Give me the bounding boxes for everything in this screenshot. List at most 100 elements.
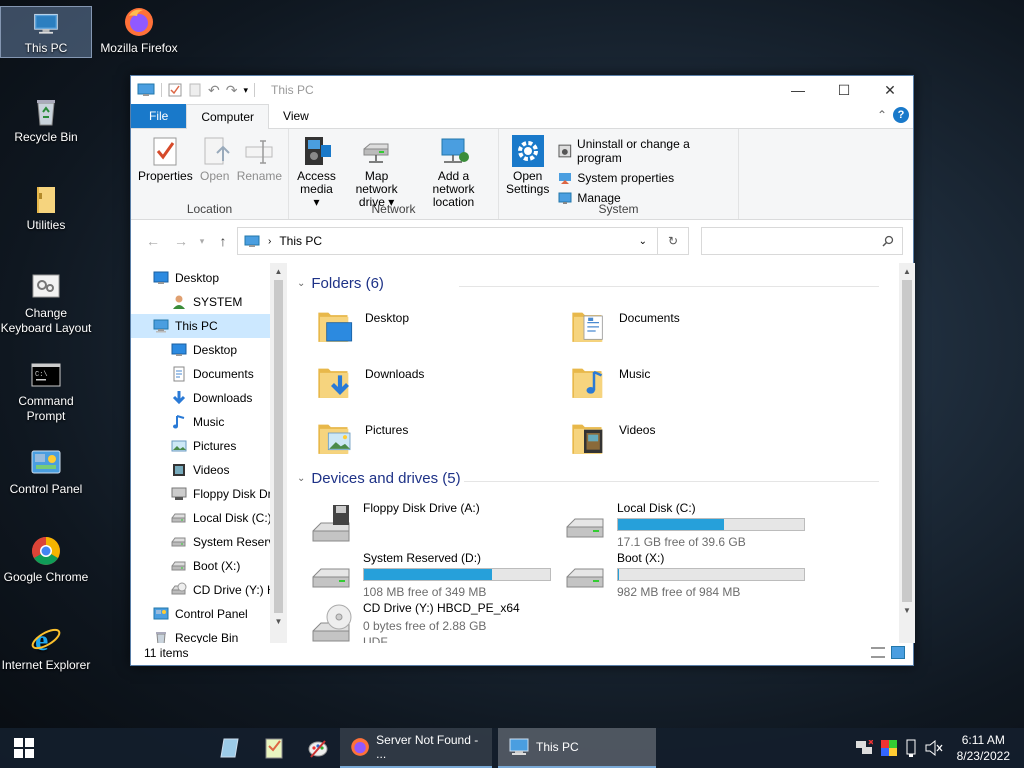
recent-locations-button[interactable]: ▾ [195,236,209,247]
search-input[interactable] [701,227,903,255]
details-view-icon[interactable] [871,647,885,658]
drive-usage-fill [364,569,493,580]
nav-scrollbar-thumb[interactable] [274,280,283,613]
large-icons-view-icon[interactable] [891,646,905,659]
tab-view[interactable]: View [269,104,323,128]
settings-gear-icon [511,135,544,167]
cd-icon [171,582,187,595]
nav-item[interactable]: Desktop [131,266,287,290]
drive-free-space: 108 MB free of 349 MB [363,585,487,599]
folder-tile[interactable]: Pictures [315,417,408,459]
downloads-icon [172,391,186,405]
nav-item[interactable]: Boot (X:) [131,554,287,578]
nav-item[interactable]: Pictures [131,434,287,458]
item-count: 11 items [144,646,189,660]
taskbar-pinned-app-2[interactable] [252,728,296,768]
clock[interactable]: 6:11 AM 8/23/2022 [957,732,1010,764]
desktop-icon-internet-explorer[interactable]: e Internet Explorer [0,623,92,673]
pictures-folder-icon [318,424,351,454]
nav-item[interactable]: Music [131,410,287,434]
taskbar-app-firefox[interactable]: Server Not Found - ... [340,728,492,768]
nav-item[interactable]: Desktop [131,338,287,362]
content-scrollbar-thumb[interactable] [902,280,912,602]
display-color-icon[interactable] [880,740,897,756]
breadcrumb-this-pc[interactable]: This PC [279,234,322,248]
tab-computer[interactable]: Computer [186,104,270,129]
up-button[interactable]: ↑ [209,233,237,249]
nav-item[interactable]: SYSTEM [131,290,287,314]
devices-group-header[interactable]: ⌄ Devices and drives (5) [297,470,461,487]
nav-item-label: Boot (X:) [193,559,241,573]
nav-scrollbar[interactable]: ▲ ▼ [270,263,287,643]
nav-item[interactable]: System Reserve [131,530,287,554]
folder-tile[interactable]: Downloads [315,361,424,403]
folder-tile[interactable]: Music [569,361,650,403]
system-properties-button[interactable]: System properties [558,171,734,185]
navigation-pane[interactable]: Desktop SYSTEM This PC Desktop Documents Down… [131,263,287,643]
folders-group-header[interactable]: ⌄ Folders (6) [297,275,384,292]
taskbar-app-explorer[interactable]: This PC [498,728,656,768]
add-location-label-1: Add a network [432,169,475,196]
back-button[interactable]: ← [139,233,167,249]
control-panel-icon [31,450,61,474]
nav-item[interactable]: This PC [131,314,270,338]
close-button[interactable]: ✕ [867,76,913,104]
new-folder-icon[interactable] [188,83,202,97]
forward-button[interactable]: → [167,233,195,249]
drive-tile[interactable]: Local Disk (C:) 17.1 GB free of 39.6 GB [563,501,805,549]
help-icon[interactable]: ? [893,107,909,123]
desktop-icon-utilities[interactable]: Utilities [0,183,92,233]
properties-check-icon[interactable] [168,83,182,97]
address-box[interactable]: › This PC ⌄ [237,227,658,255]
nav-item-label: Local Disk (C:) [193,511,272,525]
collapse-chevron-icon: ⌄ [297,278,306,289]
title-bar[interactable]: ↶ ↷ ▾ This PC — ☐ ✕ [131,76,913,104]
tab-file[interactable]: File [131,104,187,128]
nav-item-label: Music [193,415,225,429]
desktop-icon-control-panel[interactable]: Control Panel [0,447,92,497]
maximize-button[interactable]: ☐ [821,76,867,104]
drive-free-space: 17.1 GB free of 39.6 GB [617,535,746,549]
customize-qat-icon[interactable]: ▾ [243,85,248,96]
nav-item[interactable]: Downloads [131,386,287,410]
nav-item[interactable]: Documents [131,362,287,386]
redo-icon[interactable]: ↷ [226,82,238,99]
taskbar-pinned-app-3[interactable] [296,728,340,768]
desktop-icon-firefox[interactable]: Mozilla Firefox [93,6,185,56]
drive-tile[interactable]: Floppy Disk Drive (A:) [309,501,480,545]
network-icon[interactable] [855,740,873,756]
desktop-icon-label: Google Chrome [3,570,89,584]
folder-tile[interactable]: Videos [569,417,655,459]
computer-icon [244,235,260,247]
refresh-button[interactable]: ↻ [658,227,689,255]
folder-tile[interactable]: Desktop [315,305,409,347]
nav-item[interactable]: Floppy Disk Dri [131,482,287,506]
start-button[interactable] [0,728,48,768]
folder-tile[interactable]: Documents [569,305,680,347]
nav-item[interactable]: Local Disk (C:) [131,506,287,530]
uninstall-program-button[interactable]: Uninstall or change a program [558,137,734,165]
desktop-icon-keyboard-layout[interactable]: Change Keyboard Layout [0,271,92,336]
desktop-icon-command-prompt[interactable]: C:\ Command Prompt [0,359,92,424]
usb-device-icon[interactable] [905,739,917,757]
drive-tile[interactable]: System Reserved (D:) 108 MB free of 349 M… [309,551,551,599]
undo-icon[interactable]: ↶ [208,82,220,99]
collapse-ribbon-icon[interactable]: ⌃ [877,108,887,122]
nav-item[interactable]: CD Drive (Y:) H [131,578,287,602]
volume-muted-icon[interactable] [925,740,943,756]
content-scrollbar[interactable]: ▲ ▼ [899,263,915,643]
desktop-icon-chrome[interactable]: Google Chrome [0,535,92,585]
desktop-icon-this-pc[interactable]: This PC [0,6,92,58]
address-dropdown-icon[interactable]: ⌄ [639,236,647,247]
drive-tile[interactable]: CD Drive (Y:) HBCD_PE_x64 0 bytes free of… [309,601,520,643]
taskbar-pinned-app-1[interactable] [208,728,252,768]
desktop-icon-recycle-bin[interactable]: Recycle Bin [0,95,92,145]
computer-icon [34,13,58,34]
minimize-button[interactable]: — [775,76,821,104]
nav-item[interactable]: Control Panel [131,602,287,626]
ribbon: Properties Open Rename Location Access m… [131,128,913,220]
nav-item-label: Documents [193,367,254,381]
close-icon: ✕ [884,81,896,98]
nav-item[interactable]: Videos [131,458,287,482]
drive-tile[interactable]: Boot (X:) 982 MB free of 984 MB [563,551,805,599]
